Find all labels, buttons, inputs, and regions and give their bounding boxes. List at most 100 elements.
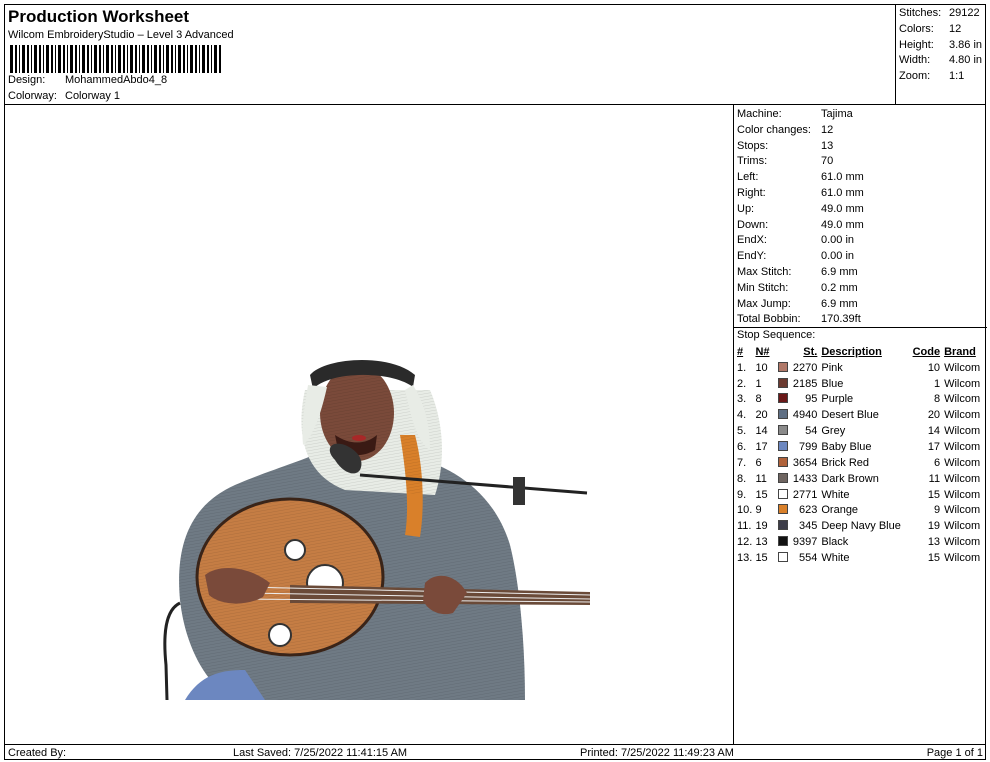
thread-brand: Wilcom [944,504,981,517]
col-header-swatch [778,344,792,360]
stitch-count: 2270 [792,361,818,374]
machine-info-value: 49.0 mm [821,218,864,231]
machine-info-value: 0.2 mm [821,281,858,294]
color-code: 6 [933,456,941,469]
color-swatch [777,536,788,547]
color-description: Pink [821,361,843,374]
stat-colors: Colors: 12 [899,23,962,35]
machine-info-row: Total Bobbin: 170.39ft [737,312,864,328]
machine-info-value: 6.9 mm [821,265,858,278]
color-description: Dark Brown [821,472,879,485]
color-swatch [777,504,788,515]
machine-info-value: 170.39ft [821,313,861,326]
color-swatch-cell [777,487,792,503]
needle-number: 19 [755,520,768,533]
color-swatch [777,425,788,436]
stat-height: Height: 3.86 in [899,39,983,51]
color-swatch-cell [777,471,792,487]
color-swatch-cell [777,455,792,471]
machine-info-value: 61.0 mm [821,171,864,184]
table-row: 5. 14 54 Grey 14 Wilcom [735,423,985,439]
stitch-count: 2185 [792,377,818,390]
thread-brand: Wilcom [944,520,981,533]
stop-sequence-header-row: # N# St. Description Code Brand [735,344,985,360]
color-description: Brick Red [821,456,870,469]
machine-info-row: Right: 61.0 mm [737,186,864,202]
color-code: 15 [927,551,941,564]
needle-number: 11 [755,472,767,485]
machine-info-value: 12 [821,123,834,136]
color-swatch [777,472,788,483]
color-swatch-cell [777,534,792,550]
software-subtitle: Wilcom EmbroideryStudio – Level 3 Advanc… [8,29,234,41]
stitch-count: 554 [799,551,818,564]
design-stats: Stitches: 29122 Colors: 12 Height: 3.86 in … [895,5,986,105]
color-swatch-cell [777,518,792,534]
color-description: Grey [821,425,846,438]
color-description: White [821,488,850,501]
thread-brand: Wilcom [944,425,981,438]
stop-sequence-section: Stop Sequence: # N# St. Description Code… [734,327,987,564]
color-swatch-cell [777,376,792,392]
row-index: 7. [737,456,747,469]
table-row: 9. 15 2771 White 15 Wilcom [735,487,985,503]
machine-info-value: 61.0 mm [821,186,864,199]
machine-info-label: EndY: [737,250,767,263]
stitch-count: 54 [805,425,818,438]
worksheet-footer: Created By: Last Saved: 7/25/2022 11:41:… [5,744,986,760]
color-swatch-cell [777,502,792,518]
color-swatch [777,456,788,467]
colorway-row: Colorway: Colorway 1 [8,90,120,102]
machine-info-row: Machine: Tajima [737,107,864,123]
last-saved: Last Saved: 7/25/2022 11:41:15 AM [233,747,408,759]
needle-number: 17 [755,440,768,453]
row-index: 5. [737,425,747,438]
colorway-value: Colorway 1 [65,90,121,102]
color-swatch [777,361,788,372]
machine-info-row: Min Stitch: 0.2 mm [737,281,864,297]
needle-number: 20 [755,409,768,422]
thread-brand: Wilcom [944,488,981,501]
color-code: 10 [927,361,941,374]
row-index: 13. [737,551,753,564]
color-description: Orange [821,504,859,517]
thread-brand: Wilcom [944,456,981,469]
color-swatch-cell [777,360,792,376]
design-row: Design: MohammedAbdo4_8 [8,74,167,86]
table-row: 4. 20 4940 Desert Blue 20 Wilcom [735,407,985,423]
worksheet-header: Production Worksheet Wilcom EmbroiderySt… [5,5,896,105]
machine-info-label: Left: [737,171,759,184]
row-index: 8. [737,472,747,485]
machine-info-value: 49.0 mm [821,202,864,215]
stitch-count: 1433 [792,472,818,485]
stop-sequence-title: Stop Sequence: [737,329,816,341]
col-header-brand: Brand [944,345,976,358]
table-row: 8. 11 1433 Dark Brown 11 Wilcom [735,471,985,487]
thread-brand: Wilcom [944,409,981,422]
row-index: 12. [737,536,753,549]
color-code: 9 [933,504,941,517]
machine-info-value: 6.9 mm [821,297,858,310]
needle-number: 15 [755,488,768,501]
color-description: Blue [821,377,844,390]
thread-brand: Wilcom [944,472,981,485]
needle-number: 13 [755,536,768,549]
stitch-count: 95 [805,393,818,406]
thread-brand: Wilcom [944,551,981,564]
machine-info-value: 13 [821,139,834,152]
color-swatch [777,440,788,451]
machine-info-value: Tajima [821,108,853,120]
machine-info-row: EndX: 0.00 in [737,233,864,249]
page-number: Page 1 of 1 [926,747,983,759]
machine-info-label: Up: [737,202,755,215]
machine-info-value: 0.00 in [821,250,855,263]
needle-number: 8 [755,393,762,406]
color-description: Deep Navy Blue [821,520,901,533]
thread-brand: Wilcom [944,361,981,374]
design-preview [5,105,734,745]
machine-info-label: Trims: [737,155,768,168]
page-title: Production Worksheet [8,7,190,26]
machine-info-row: Left: 61.0 mm [737,170,864,186]
stat-width: Width: 4.80 in [899,54,983,66]
barcode-image [10,45,221,73]
